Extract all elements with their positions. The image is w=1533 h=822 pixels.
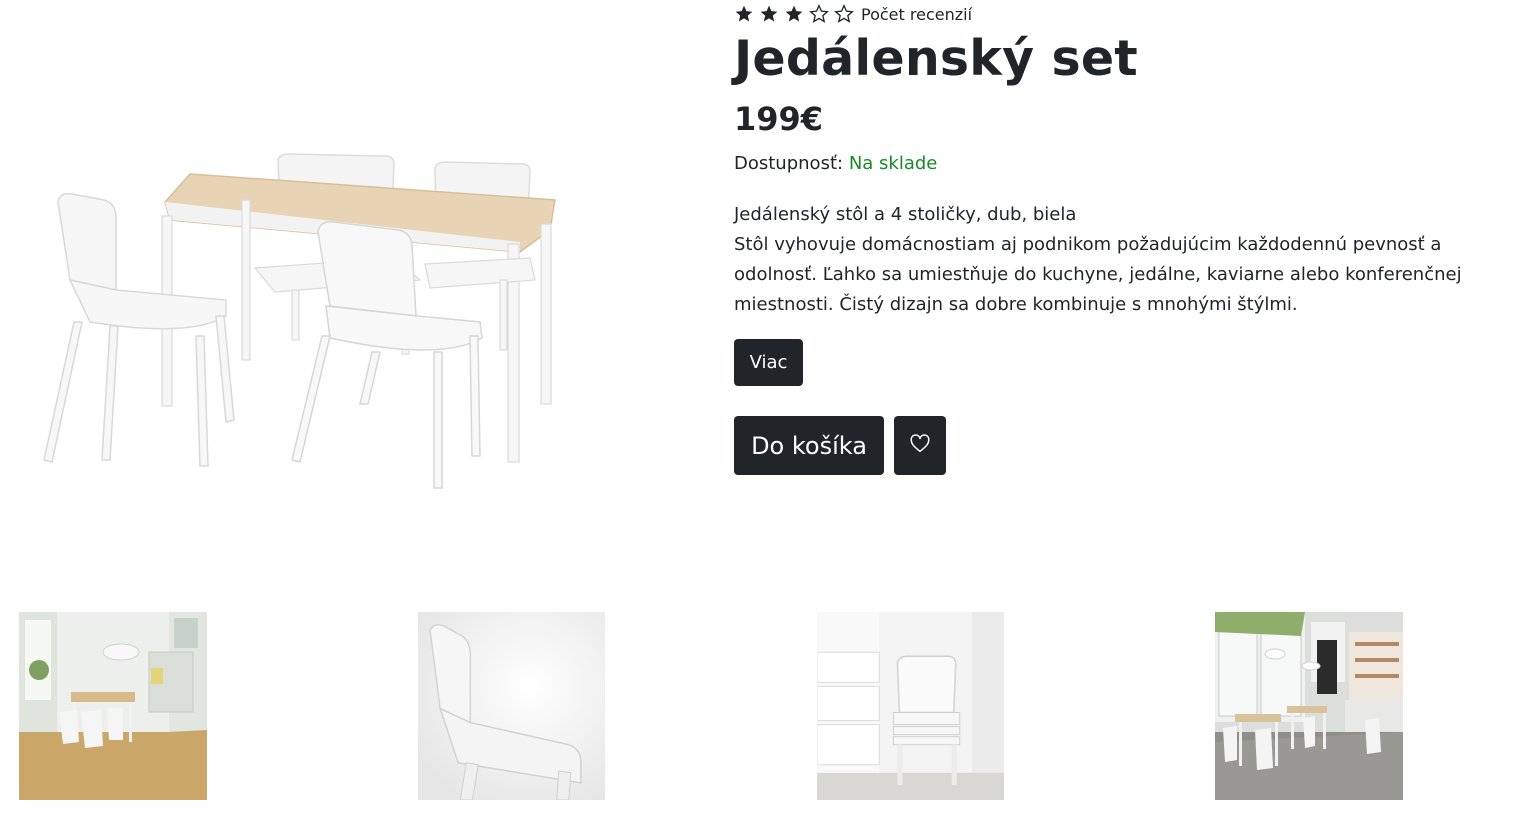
thumbnail-chair-closeup[interactable] [418,612,605,800]
product-price: 199€ [734,100,824,138]
heart-icon [909,433,931,459]
thumbnail-room-scene[interactable] [19,612,207,800]
thumbnail-cafe-scene[interactable] [1215,612,1403,800]
rating: Počet recenzií [734,3,972,25]
thumbnail-stacked-chairs[interactable] [817,612,1004,800]
star-filled-icon [759,4,779,24]
star-empty-icon [834,4,854,24]
product-title: Jedálenský set [734,30,1138,87]
main-product-image [30,140,570,500]
star-filled-icon [734,4,754,24]
product-description: Jedálenský stôl a 4 stoličky, dub, biela… [734,200,1529,320]
availability: Dostupnosť: Na sklade [734,152,937,176]
description-summary: Jedálenský stôl a 4 stoličky, dub, biela [734,204,1077,225]
more-button[interactable]: Viac [734,339,803,386]
review-count-label: Počet recenzií [861,4,973,24]
favorite-button[interactable] [894,416,946,475]
description-text: Stôl vyhovuje domácnostiam aj podnikom p… [734,234,1462,315]
availability-status: Na sklade [848,153,938,174]
star-filled-icon [784,4,804,24]
star-empty-icon [809,4,829,24]
add-to-cart-button[interactable]: Do košíka [734,416,884,475]
product-page: Počet recenzií Jedálenský set 199€ Dostu… [0,0,1533,822]
availability-label: Dostupnosť: [734,153,844,174]
